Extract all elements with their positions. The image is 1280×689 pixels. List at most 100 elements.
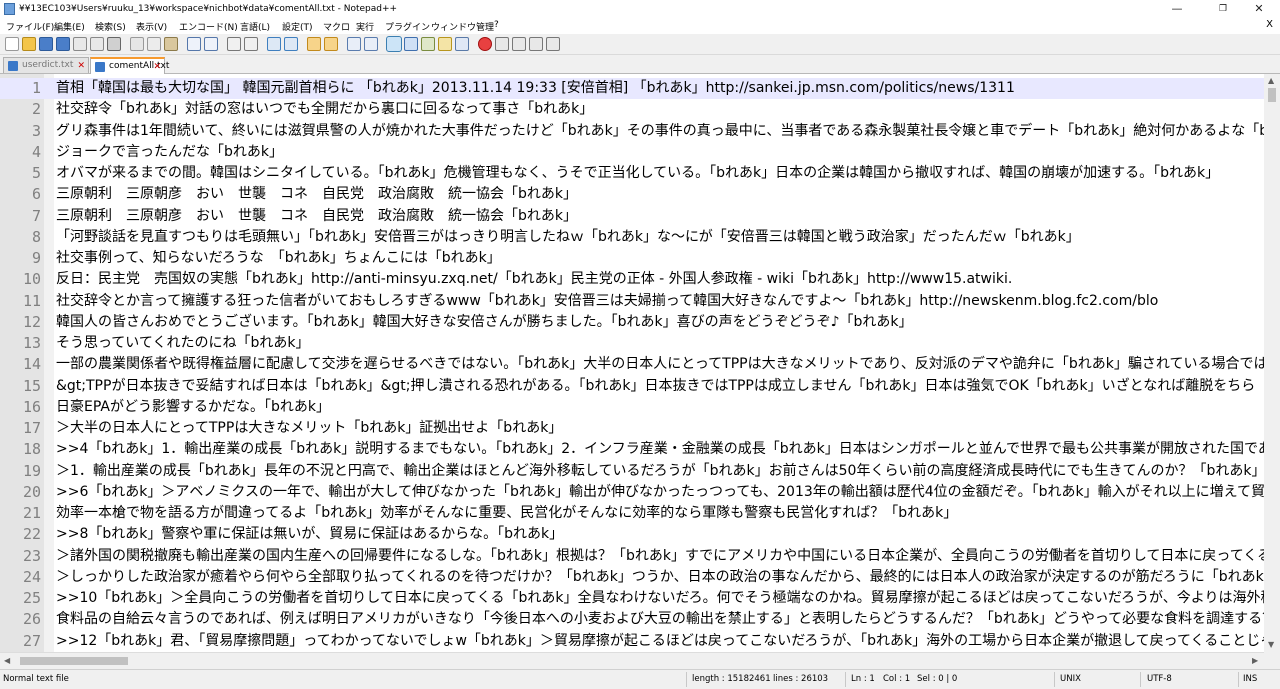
line-text[interactable]: 社交辞令とか言って擁護する狂った信者がいておもしろすぎるwww「bれあk」安倍晋… [56,291,1158,312]
line-text[interactable]: ＞諸外国の関税撤廃も輸出産業の国内生産への回帰要件になるしな。「bれあk」根拠は… [56,546,1264,567]
editor-line[interactable]: 24 ＞しっかりした政治家が癒着やら何やら全部取り払ってくれるのを待つだけか？「b… [0,567,1264,588]
editor-line[interactable]: 23 ＞諸外国の関税撤廃も輸出産業の国内生産への回帰要件になるしな。「bれあk」根… [0,546,1264,567]
cut-icon[interactable] [130,37,144,51]
show-all-chars-icon[interactable] [364,37,378,51]
line-text[interactable]: ＞しっかりした政治家が癒着やら何やら全部取り払ってくれるのを待つだけか？「bれあ… [56,567,1264,588]
stop-macro-icon[interactable] [495,37,509,51]
menu-language[interactable]: 言語(L) [240,20,270,33]
editor-line[interactable]: 16 日豪EPAがどう影響するかだな。「bれあk」 [0,397,1264,418]
copy-icon[interactable] [147,37,161,51]
play-macro-icon[interactable] [512,37,526,51]
close-document-x[interactable]: X [1266,19,1273,30]
line-text[interactable]: >>8「bれあk」警察や軍に保証は無いが、貿易に保証はあるからな。「bれあk」 [56,524,563,545]
line-text[interactable]: 一部の農業関係者や既得権益層に配慮して交渉を遅らせるべきではない。「bれあk」大… [56,354,1264,375]
editor-line[interactable]: 5 オバマが来るまでの間。韓国はシニタイしている。「bれあk」危機管理もなく、うそ… [0,163,1264,184]
find-icon[interactable] [227,37,241,51]
line-text[interactable]: 「河野談話を見直すつもりは毛頭無い」「bれあk」安倍晋三がはっきり明言したねｗ「… [56,227,1080,248]
record-macro-icon[interactable] [478,37,492,51]
editor-line[interactable]: 15 &gt;TPPが日本抜きで妥結すれば日本は「bれあk」&gt;押し潰される恐… [0,376,1264,397]
folder-workspace-icon[interactable] [455,37,469,51]
horizontal-scrollbar[interactable]: ◀ ▶ [0,652,1264,669]
tab-userdict[interactable]: userdict.txt ✕ [3,57,89,73]
scroll-down-icon[interactable]: ▼ [1268,640,1274,649]
menu-run[interactable]: 実行 [356,20,374,33]
save-icon[interactable] [39,37,53,51]
editor-line[interactable]: 12 韓国人の皆さんおめでとうございます。「bれあk」韓国大好きな安倍さんが勝ちま… [0,312,1264,333]
line-text[interactable]: 三原朝利 三原朝彦 おい 世襲 コネ 自民党 政治腐敗 統一協会「bれあk」 [56,184,577,205]
line-text[interactable]: オバマが来るまでの間。韓国はシニタイしている。「bれあk」危機管理もなく、うそで… [56,163,1219,184]
editor-line[interactable]: 25 >>10「bれあk」＞全員向こうの労働者を首切りして日本に戻ってくる「bれあ… [0,588,1264,609]
line-text[interactable]: 韓国人の皆さんおめでとうございます。「bれあk」韓国大好きな安倍さんが勝ちました… [56,312,913,333]
line-text[interactable]: そう思っていてくれたのにね「bれあk」 [56,333,309,354]
redo-icon[interactable] [204,37,218,51]
maximize-button[interactable]: ❐ [1208,0,1238,18]
line-text[interactable]: 社交辞令「bれあk」対話の窓はいつでも全開だから裏口に回るなって事さ「bれあk」 [56,99,593,120]
close-file-icon[interactable] [73,37,87,51]
sync-vertical-icon[interactable] [307,37,321,51]
indent-guide-icon[interactable] [386,36,402,52]
close-window-button[interactable]: ✕ [1244,0,1274,18]
notepadpp-app-icon[interactable] [4,3,15,15]
vertical-scrollbar[interactable]: ▲ ▼ [1264,74,1280,652]
text-editor[interactable]: 1 首相「韓国は最も大切な国」 韓国元副首相らに 「bれあk」2013.11.14… [0,74,1264,652]
line-text[interactable]: >>10「bれあk」＞全員向こうの労働者を首切りして日本に戻ってくる「bれあk」… [56,588,1264,609]
editor-line[interactable]: 22 >>8「bれあk」警察や軍に保証は無いが、貿易に保証はあるからな。「bれあk… [0,524,1264,545]
tab-comentall[interactable]: comentAll.txt ✕ [90,57,169,74]
undo-icon[interactable] [187,37,201,51]
editor-line[interactable]: 21 効率一本槍で物を語る方が間違ってるよ「bれあk」効率がそんなに重要、民営化が… [0,503,1264,524]
zoom-in-icon[interactable] [267,37,281,51]
word-wrap-icon[interactable] [347,37,361,51]
menu-help[interactable]: ? [494,20,499,30]
editor-line[interactable]: 3 グリ森事件は1年間続いて、終いには滋賀県警の人が焼かれた大事件だったけど「bれ… [0,121,1264,142]
open-folder-icon[interactable] [22,37,36,51]
line-text[interactable]: ジョークで言ったんだな「bれあk」 [56,142,283,163]
editor-line[interactable]: 4 ジョークで言ったんだな「bれあk」 [0,142,1264,163]
doc-map-icon[interactable] [421,37,435,51]
line-text[interactable]: ＞大半の日本人にとってTPPは大きなメリット「bれあk」証拠出せよ「bれあk」 [56,418,562,439]
editor-line[interactable]: 2 社交辞令「bれあk」対話の窓はいつでも全開だから裏口に回るなって事さ「bれあk… [0,99,1264,120]
editor-line[interactable]: 8 「河野談話を見直すつもりは毛頭無い」「bれあk」安倍晋三がはっきり明言したねｗ… [0,227,1264,248]
save-all-icon[interactable] [56,37,70,51]
line-text[interactable]: >>12「bれあk」君、「貿易摩擦問題」ってわかってないでしょw「bれあk」＞貿… [56,631,1264,652]
menu-plugins[interactable]: プラグイン [385,20,430,33]
line-text[interactable]: 社交事例って、知らないだろうな 「bれあk」ちょんこには「bれあk」 [56,248,501,269]
line-text[interactable]: 反日：民主党 売国奴の実態「bれあk」http://anti-minsyu.zx… [56,269,1012,290]
editor-line[interactable]: 13 そう思っていてくれたのにね「bれあk」 [0,333,1264,354]
scroll-up-icon[interactable]: ▲ [1268,76,1274,85]
print-icon[interactable] [107,37,121,51]
menu-encoding[interactable]: エンコード(N) [179,20,238,33]
editor-line[interactable]: 9 社交事例って、知らないだろうな 「bれあk」ちょんこには「bれあk」 [0,248,1264,269]
editor-line[interactable]: 7 三原朝利 三原朝彦 おい 世襲 コネ 自民党 政治腐敗 統一協会「bれあk」 [0,206,1264,227]
tab-close-icon[interactable]: ✕ [77,59,85,73]
editor-line[interactable]: 10 反日：民主党 売国奴の実態「bれあk」http://anti-minsyu.… [0,269,1264,290]
line-text[interactable]: >>6「bれあk」＞アベノミクスの一年で、輸出が大して伸びなかった「bれあk」輸… [56,482,1264,503]
save-macro-icon[interactable] [546,37,560,51]
line-text[interactable]: &gt;TPPが日本抜きで妥結すれば日本は「bれあk」&gt;押し潰される恐れが… [56,376,1255,397]
line-text[interactable]: 効率一本槍で物を語る方が間違ってるよ「bれあk」効率がそんなに重要、民営化がそん… [56,503,957,524]
zoom-out-icon[interactable] [284,37,298,51]
editor-line[interactable]: 19 ＞1．輸出産業の成長「bれあk」長年の不況と円高で、輸出企業はほとんど海外移… [0,461,1264,482]
minimize-button[interactable]: — [1162,0,1192,18]
editor-line[interactable]: 17 ＞大半の日本人にとってTPPは大きなメリット「bれあk」証拠出せよ「bれあk… [0,418,1264,439]
vertical-scroll-thumb[interactable] [1268,88,1276,102]
menu-view[interactable]: 表示(V) [136,20,167,33]
editor-line[interactable]: 14 一部の農業関係者や既得権益層に配慮して交渉を遅らせるべきではない。「bれあk… [0,354,1264,375]
line-text[interactable]: ＞1．輸出産業の成長「bれあk」長年の不況と円高で、輸出企業はほとんど海外移転し… [56,461,1264,482]
editor-line[interactable]: 11 社交辞令とか言って擁護する狂った信者がいておもしろすぎるwww「bれあk」安… [0,291,1264,312]
tab-close-icon[interactable]: ✕ [153,60,161,74]
scroll-right-icon[interactable]: ▶ [1252,656,1258,665]
line-text[interactable]: 三原朝利 三原朝彦 おい 世襲 コネ 自民党 政治腐敗 統一協会「bれあk」 [56,206,577,227]
new-file-icon[interactable] [5,37,19,51]
editor-line[interactable]: 27 >>12「bれあk」君、「貿易摩擦問題」ってわかってないでしょw「bれあk」… [0,631,1264,652]
function-list-icon[interactable] [438,37,452,51]
sync-horizontal-icon[interactable] [324,37,338,51]
scroll-left-icon[interactable]: ◀ [4,656,10,665]
menu-search[interactable]: 検索(S) [95,20,126,33]
editor-line[interactable]: 18 >>4「bれあk」1．輸出産業の成長「bれあk」説明するまでもない。「bれあ… [0,439,1264,460]
menu-macro[interactable]: マクロ [323,20,350,33]
run-macro-multiple-icon[interactable] [529,37,543,51]
editor-line[interactable]: 6 三原朝利 三原朝彦 おい 世襲 コネ 自民党 政治腐敗 統一協会「bれあk」 [0,184,1264,205]
menu-settings[interactable]: 設定(T) [282,20,313,33]
horizontal-scroll-thumb[interactable] [20,657,128,665]
editor-line[interactable]: 1 首相「韓国は最も大切な国」 韓国元副首相らに 「bれあk」2013.11.14… [0,78,1264,100]
